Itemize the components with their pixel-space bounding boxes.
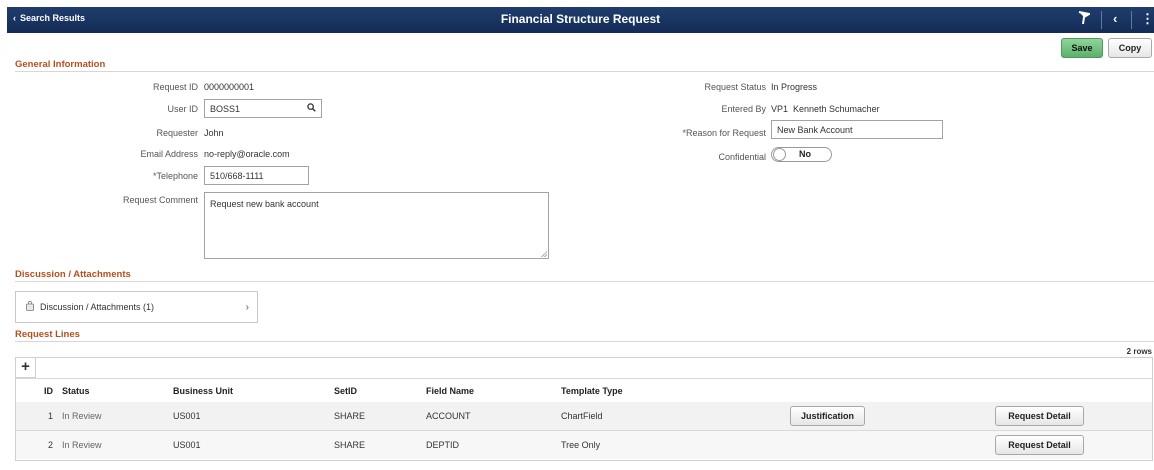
confidential-label: Confidential — [718, 152, 766, 162]
email-address-value: no-reply@oracle.com — [204, 149, 290, 159]
justification-button[interactable]: Justification — [790, 406, 865, 426]
toggle-knob — [773, 148, 786, 161]
row-id: 2 — [48, 440, 54, 450]
entered-by-label: Entered By — [721, 104, 766, 114]
request-status-label: Request Status — [704, 82, 766, 92]
user-id-label: User ID — [167, 104, 198, 114]
table-row: 1 In Review US001 SHARE ACCOUNT ChartFie… — [16, 402, 1152, 430]
request-id-value: 0000000001 — [204, 82, 255, 92]
column-header-field-name[interactable]: Field Name — [426, 386, 474, 396]
copy-button[interactable]: Copy — [1108, 38, 1152, 58]
title-separator — [1101, 11, 1102, 29]
request-detail-button[interactable]: Request Detail — [995, 406, 1084, 426]
column-header-id[interactable]: ID — [44, 386, 53, 396]
chevron-right-icon: › — [245, 302, 249, 313]
request-comment-label: Request Comment — [122, 195, 198, 205]
attachment-icon — [26, 301, 34, 311]
confidential-value: No — [799, 149, 811, 159]
flag-icon-svg — [1078, 11, 1092, 25]
email-address-label: Email Address — [140, 149, 198, 159]
row-field-name: DEPTID — [426, 440, 460, 450]
row-setid: SHARE — [334, 440, 366, 450]
column-header-setid[interactable]: SetID — [334, 386, 357, 396]
row-count: 2 rows — [1126, 347, 1152, 356]
request-id-label: Request ID — [152, 82, 198, 92]
discussion-link-label: Discussion / Attachments (1) — [40, 302, 155, 312]
search-icon[interactable] — [307, 103, 316, 112]
flag-icon[interactable] — [1078, 11, 1092, 28]
column-header-business-unit[interactable]: Business Unit — [173, 386, 233, 396]
discussion-attachments-link[interactable]: Discussion / Attachments (1) › — [15, 291, 258, 323]
discussion-attachments-heading: Discussion / Attachments — [15, 269, 131, 280]
back-arrow-icon[interactable]: ‹ — [1113, 11, 1117, 26]
user-id-field[interactable]: BOSS1 — [204, 99, 322, 118]
section-divider — [15, 341, 1154, 342]
grid-divider — [16, 378, 1152, 379]
column-header-template-type[interactable]: Template Type — [561, 386, 623, 396]
confidential-toggle[interactable]: No — [771, 147, 832, 162]
telephone-field[interactable]: 510/668-1111 — [204, 166, 309, 185]
request-lines-heading: Request Lines — [15, 329, 80, 340]
save-button[interactable]: Save — [1061, 38, 1103, 58]
request-comment-value: Request new bank account — [210, 199, 319, 209]
row-field-name: ACCOUNT — [426, 411, 471, 421]
requester-label: Requester — [156, 128, 198, 138]
table-row: 2 In Review US001 SHARE DEPTID Tree Only… — [16, 431, 1152, 459]
row-id: 1 — [48, 411, 54, 421]
row-status: In Review — [62, 411, 102, 421]
add-row-button[interactable]: + — [16, 358, 36, 378]
reason-for-request-label: *Reason for Request — [682, 128, 766, 138]
reason-for-request-field[interactable]: New Bank Account — [771, 120, 943, 139]
resize-grip-icon[interactable] — [541, 251, 547, 257]
user-id-value: BOSS1 — [210, 104, 241, 114]
column-header-status[interactable]: Status — [62, 386, 90, 396]
row-business-unit: US001 — [173, 411, 201, 421]
general-information-heading: General Information — [15, 59, 106, 70]
page-title: Financial Structure Request — [500, 12, 661, 26]
row-business-unit: US001 — [173, 440, 201, 450]
row-template-type: Tree Only — [561, 440, 601, 450]
telephone-label: *Telephone — [152, 171, 198, 181]
title-bar: ‹ Search Results Financial Structure Requ… — [7, 7, 1154, 33]
row-status: In Review — [62, 440, 102, 450]
section-divider — [15, 281, 1154, 282]
request-lines-grid: + ID Status Business Unit SetID Field Na… — [15, 357, 1153, 461]
more-actions-icon[interactable]: ⋮ — [1141, 11, 1154, 27]
request-status-value: In Progress — [771, 82, 818, 92]
section-divider — [15, 71, 1154, 72]
row-setid: SHARE — [334, 411, 366, 421]
request-detail-button[interactable]: Request Detail — [995, 435, 1084, 455]
title-separator — [1131, 11, 1132, 29]
row-template-type: ChartField — [561, 411, 603, 421]
entered-by-value: VP1 Kenneth Schumacher — [771, 104, 880, 114]
request-comment-field[interactable]: Request new bank account — [204, 192, 549, 259]
requester-value: John — [204, 128, 224, 138]
